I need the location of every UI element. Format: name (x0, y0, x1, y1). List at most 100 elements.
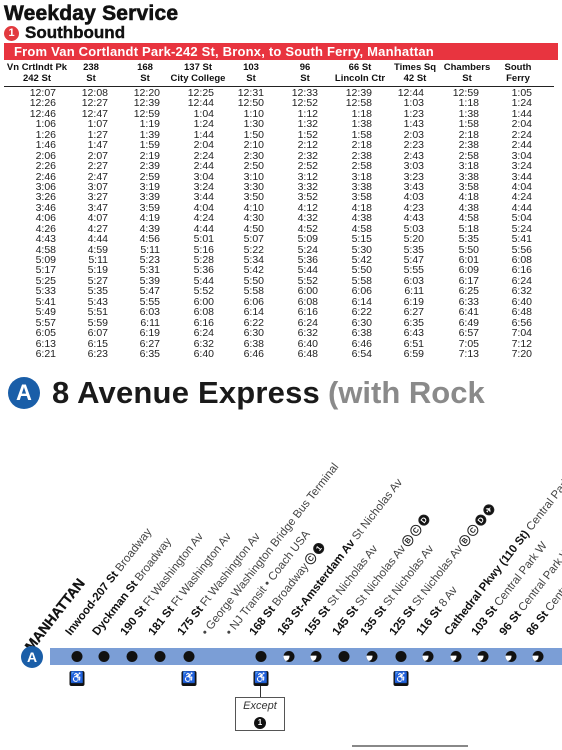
timetable-header: Vn Crtlndt Pk 242 St 238 St 168 St 137 St City … (4, 62, 554, 87)
time-cell: 6:43 (403, 327, 424, 340)
time-cell: 6:48 (297, 347, 318, 360)
time-cell: 2:58 (351, 160, 372, 173)
time-cell: 6:19 (139, 327, 160, 340)
time-cell: 6:35 (139, 347, 160, 360)
column-header-line: 168 (137, 62, 153, 73)
all-times-stop-icon (183, 651, 195, 662)
all-times-stop-icon (71, 651, 83, 662)
time-cell: 2:50 (243, 160, 264, 173)
time-cell: 6:57 (458, 327, 479, 340)
time-cell: 6:38 (351, 327, 372, 340)
time-cell: 2:44 (193, 160, 214, 173)
column-header-line: Ferry (506, 73, 530, 84)
a-train-bullet-icon: A (8, 377, 40, 409)
column-header-line: St (246, 73, 256, 84)
column-header: 168 St (137, 62, 153, 84)
time-cell: 6:46 (243, 347, 264, 360)
time-cell: 6:30 (243, 327, 264, 340)
accessible-station-icon: ♿ (181, 671, 197, 686)
time-cell: 6:54 (351, 347, 372, 360)
late-night-stop-icon (310, 651, 322, 662)
time-cell: 6:05 (35, 327, 56, 340)
table-row: 2:26 2:27 2:39 2:44 2:50 2:52 2:58 3:03 3:18 3:24 (0, 160, 562, 173)
column-header: 137 St City College (171, 62, 226, 84)
column-header-line: Lincoln Ctr (334, 73, 386, 84)
column-header-line: South (504, 62, 532, 73)
except-note: Except 1 (235, 697, 285, 731)
all-times-stop-icon (154, 651, 166, 662)
late-night-stop-icon (477, 651, 489, 662)
late-night-stop-icon (283, 651, 295, 662)
accessible-station-icon: ♿ (69, 671, 85, 686)
column-header-line: 96 (299, 62, 311, 73)
time-cell: 6:23 (87, 347, 108, 360)
column-header-line: City College (170, 73, 226, 84)
time-cell: 6:32 (297, 327, 318, 340)
late-night-stop-icon (422, 651, 434, 662)
column-header-line: Chambers (443, 62, 491, 73)
column-header-line: St (140, 73, 150, 84)
line-header: A 8 Avenue Express (with Rock (8, 374, 485, 412)
column-header: 103 St (243, 62, 259, 84)
column-header: Times Sq 42 St (394, 62, 436, 84)
time-cell: 5:15 (351, 233, 372, 246)
column-header-line: 42 St (403, 73, 427, 84)
direction-label: Southbound (25, 23, 126, 42)
column-header-line: 137 St (184, 62, 212, 73)
accessible-station-icon: ♿ (393, 671, 409, 686)
column-header-line: St (300, 73, 310, 84)
late-night-stop-icon (366, 651, 378, 662)
all-times-stop-icon (255, 651, 267, 662)
time-cell: 6:40 (193, 347, 214, 360)
station-name: 125 St (387, 601, 420, 638)
column-header-line: 242 St (22, 73, 51, 84)
time-cell: 6:07 (87, 327, 108, 340)
table-row: 4:43 4:44 4:56 5:01 5:07 5:09 5:15 5:20 5:35 5:41 (0, 233, 562, 246)
timetable-body: 12:07 12:08 12:20 12:25 12:31 12:33 12:39 12:44… (0, 88, 562, 360)
time-cell: 3:24 (511, 160, 532, 173)
line-name: 8 Avenue Express (52, 375, 320, 410)
time-cell: 4:44 (87, 233, 108, 246)
column-header: 238 St (83, 62, 99, 84)
time-cell: 3:18 (458, 160, 479, 173)
all-times-stop-icon (98, 651, 110, 662)
time-cell: 2:52 (297, 160, 318, 173)
line-map: MANHATTAN A Except 1 ♿ Inwood-207 St Broa… (0, 430, 562, 750)
time-cell: 3:03 (403, 160, 424, 173)
time-cell: 7:04 (511, 327, 532, 340)
time-cell: 5:07 (243, 233, 264, 246)
column-header: Chambers St (444, 62, 490, 84)
time-cell: 5:35 (458, 233, 479, 246)
column-header-line: 238 (83, 62, 99, 73)
route-1-bullet-icon: 1 (254, 716, 266, 729)
column-header-line: St (462, 73, 472, 84)
column-header-line: 66 St (348, 62, 372, 73)
time-cell: 4:56 (139, 233, 160, 246)
time-cell: 2:26 (35, 160, 56, 173)
except-connector (260, 686, 261, 697)
all-times-stop-icon (126, 651, 138, 662)
route-banner: From Van Cortlandt Park-242 St, Bronx, t… (4, 43, 558, 60)
column-header: South Ferry (505, 62, 532, 84)
late-night-stop-icon (450, 651, 462, 662)
time-cell: 6:59 (403, 347, 424, 360)
column-header: 96 St (300, 62, 311, 84)
column-header-line: Vn Crtlndt Pk (6, 62, 68, 73)
except-label: Except (243, 700, 277, 712)
column-header: Vn Crtlndt Pk 242 St (7, 62, 67, 84)
time-cell: 5:09 (297, 233, 318, 246)
time-cell: 5:41 (511, 233, 532, 246)
time-cell: 6:24 (193, 327, 214, 340)
direction-heading: 1 Southbound (4, 23, 126, 42)
time-cell: 4:43 (35, 233, 56, 246)
station-street: St Nicholas Av (350, 476, 406, 543)
all-times-stop-icon (395, 651, 407, 662)
table-row: 6:05 6:07 6:19 6:24 6:30 6:32 6:38 6:43 6:57 7:04 (0, 327, 562, 340)
accessible-station-icon: ♿ (253, 671, 269, 686)
station-street: Central Park W (524, 464, 562, 534)
time-cell: 6:21 (35, 347, 56, 360)
column-header: 66 St Lincoln Ctr (335, 62, 385, 84)
time-cell: 5:01 (193, 233, 214, 246)
late-night-stop-icon (505, 651, 517, 662)
route-1-bullet-icon: 1 (4, 25, 19, 41)
